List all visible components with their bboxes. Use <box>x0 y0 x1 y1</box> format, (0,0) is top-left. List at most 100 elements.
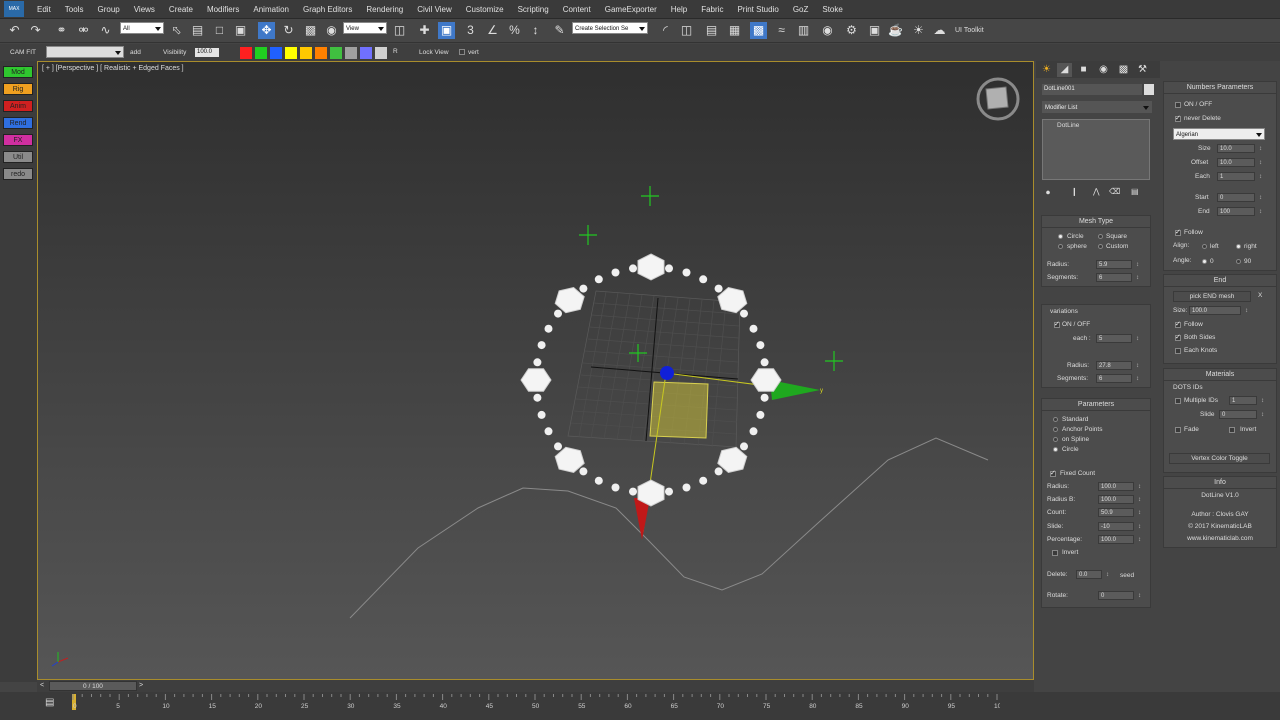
render-setup-icon[interactable]: ⚙ <box>843 22 860 39</box>
bind-spacewarp-icon[interactable]: ∿ <box>97 22 114 39</box>
offset-spinner[interactable]: 10.0 <box>1217 158 1262 168</box>
ref-coord-dropdown[interactable]: View <box>343 22 387 34</box>
segments-spinner[interactable]: 6 <box>1096 273 1139 283</box>
curve-editor-icon[interactable]: ≈ <box>773 22 790 39</box>
select-by-name-icon[interactable]: ▤ <box>189 22 206 39</box>
mesh-type-header[interactable]: Mesh Type <box>1042 216 1150 228</box>
menu-item-fabric[interactable]: Fabric <box>694 5 730 14</box>
object-color-swatch[interactable] <box>1144 84 1154 95</box>
font-dropdown[interactable]: Algerian <box>1173 128 1265 140</box>
left-button-redo[interactable]: redo <box>3 168 33 180</box>
angle-0-radio[interactable] <box>1202 259 1207 264</box>
menu-item-modifiers[interactable]: Modifiers <box>200 5 246 14</box>
square-radio[interactable] <box>1098 234 1103 239</box>
redo-icon[interactable]: ↷ <box>27 22 44 39</box>
align-right-radio[interactable] <box>1236 244 1241 249</box>
menu-item-stoke[interactable]: Stoke <box>815 5 849 14</box>
count-spinner[interactable]: 50.9 <box>1098 508 1141 518</box>
cam-fit-label[interactable]: CAM FIT <box>10 49 36 56</box>
object-name-field[interactable]: DotLine001 <box>1042 84 1142 95</box>
radius-spinner[interactable]: 5.9 <box>1096 260 1139 270</box>
schematic-view-icon[interactable]: ▥ <box>795 22 812 39</box>
both-sides-checkbox[interactable] <box>1175 333 1181 341</box>
add-button[interactable]: add <box>130 49 141 56</box>
end-size-spinner[interactable]: 100.0 <box>1189 306 1248 316</box>
left-button-rend[interactable]: Rend <box>3 117 33 129</box>
align-icon[interactable]: ◫ <box>678 22 695 39</box>
color-swatch-5[interactable] <box>300 47 312 59</box>
variations-onoff-checkbox[interactable] <box>1054 320 1060 328</box>
custom-radio[interactable] <box>1098 244 1103 249</box>
vert-checkbox[interactable] <box>459 49 465 55</box>
angle-90-radio[interactable] <box>1236 259 1241 264</box>
layer-explorer-icon[interactable]: ▦ <box>726 22 743 39</box>
display-tab-icon[interactable]: ▩ <box>1116 63 1131 77</box>
numbers-header[interactable]: Numbers Parameters <box>1164 82 1276 94</box>
cam-fit-dropdown[interactable] <box>46 46 124 58</box>
seed-button[interactable]: seed <box>1120 572 1134 579</box>
menu-item-create[interactable]: Create <box>162 5 200 14</box>
multiple-ids-spinner[interactable]: 1 <box>1229 396 1264 406</box>
select-move-icon[interactable]: ✥ <box>258 22 275 39</box>
show-end-result-icon[interactable]: ❙ <box>1071 187 1078 196</box>
left-button-util[interactable]: Util <box>3 151 33 163</box>
time-slider-next-icon[interactable]: > <box>139 682 143 689</box>
clear-end-mesh-button[interactable]: X <box>1258 292 1262 299</box>
circle-param-radio[interactable] <box>1053 447 1058 452</box>
each-knots-checkbox[interactable] <box>1175 348 1181 354</box>
material-editor-icon[interactable]: ◉ <box>819 22 836 39</box>
scene-explorer-icon[interactable]: ▤ <box>703 22 720 39</box>
undo-icon[interactable]: ↶ <box>6 22 23 39</box>
motion-tab-icon[interactable]: ◉ <box>1096 63 1111 77</box>
info-website[interactable]: www.kinematiclab.com <box>1164 535 1276 542</box>
snaps-toggle-icon[interactable]: 3 <box>462 22 479 39</box>
sphere-radio[interactable] <box>1058 244 1063 249</box>
menu-item-goz[interactable]: GoZ <box>786 5 816 14</box>
lock-view-button[interactable]: Lock View <box>419 49 449 56</box>
anchor-points-radio[interactable] <box>1053 427 1058 432</box>
menu-item-graph-editors[interactable]: Graph Editors <box>296 5 359 14</box>
angle-snap-icon[interactable]: ∠ <box>484 22 501 39</box>
end-num-spinner[interactable]: 100 <box>1217 207 1262 217</box>
modifier-stack[interactable]: DotLine <box>1042 119 1150 180</box>
end-follow-checkbox[interactable] <box>1175 320 1181 328</box>
selection-filter-dropdown[interactable]: All <box>120 22 164 34</box>
menu-item-animation[interactable]: Animation <box>246 5 296 14</box>
menu-item-gameexporter[interactable]: GameExporter <box>598 5 664 14</box>
spinner-snap-icon[interactable]: ↕ <box>527 22 544 39</box>
menu-item-help[interactable]: Help <box>664 5 694 14</box>
slide-spinner[interactable]: -10 <box>1098 522 1141 532</box>
hierarchy-tab-icon[interactable]: ■ <box>1076 63 1091 77</box>
ui-toolkit-label[interactable]: UI Toolkit <box>955 27 984 34</box>
mirror-icon[interactable]: ◜ <box>657 22 674 39</box>
materials-header[interactable]: Materials <box>1164 369 1276 381</box>
unlink-icon[interactable]: ⚮ <box>75 22 92 39</box>
standard-radio[interactable] <box>1053 417 1058 422</box>
color-swatch-6[interactable] <box>315 47 327 59</box>
circle-radio[interactable] <box>1058 234 1063 239</box>
window-crossing-icon[interactable]: ▣ <box>232 22 249 39</box>
never-delete-checkbox[interactable] <box>1175 114 1181 122</box>
menu-item-group[interactable]: Group <box>90 5 126 14</box>
select-scale-icon[interactable]: ▩ <box>302 22 319 39</box>
mat-slide-spinner[interactable]: 0 <box>1219 410 1264 420</box>
start-spinner[interactable]: 0 <box>1217 193 1262 203</box>
color-swatch-4[interactable] <box>285 47 297 59</box>
mat-invert-checkbox[interactable] <box>1229 427 1235 433</box>
select-manipulate-icon[interactable]: ✚ <box>416 22 433 39</box>
each-spinner[interactable]: 5 <box>1096 334 1139 344</box>
render-production-icon[interactable]: ☕ <box>887 22 904 39</box>
var-segments-spinner[interactable]: 6 <box>1096 374 1139 384</box>
modifier-list-dropdown[interactable]: Modifier List <box>1042 101 1152 113</box>
color-swatch-7[interactable] <box>330 47 342 59</box>
left-button-anim[interactable]: Anim <box>3 100 33 112</box>
stack-item-dotline[interactable]: DotLine <box>1057 122 1079 129</box>
param-radius-spinner[interactable]: 100.0 <box>1098 482 1141 492</box>
menu-item-civil-view[interactable]: Civil View <box>410 5 459 14</box>
time-slider[interactable]: < 0 / 100 > <box>37 680 1034 692</box>
modify-tab-icon[interactable]: ◢ <box>1057 63 1072 77</box>
track-bar[interactable]: ▤ 0 5 10 15 20 25 30 35 40 45 50 55 60 65 70 75 80 85 90 95… <box>0 692 1280 720</box>
remove-modifier-icon[interactable]: ⌫ <box>1109 187 1120 196</box>
var-radius-spinner[interactable]: 27.8 <box>1096 361 1139 371</box>
render-cloud-icon[interactable]: ☁ <box>931 22 948 39</box>
